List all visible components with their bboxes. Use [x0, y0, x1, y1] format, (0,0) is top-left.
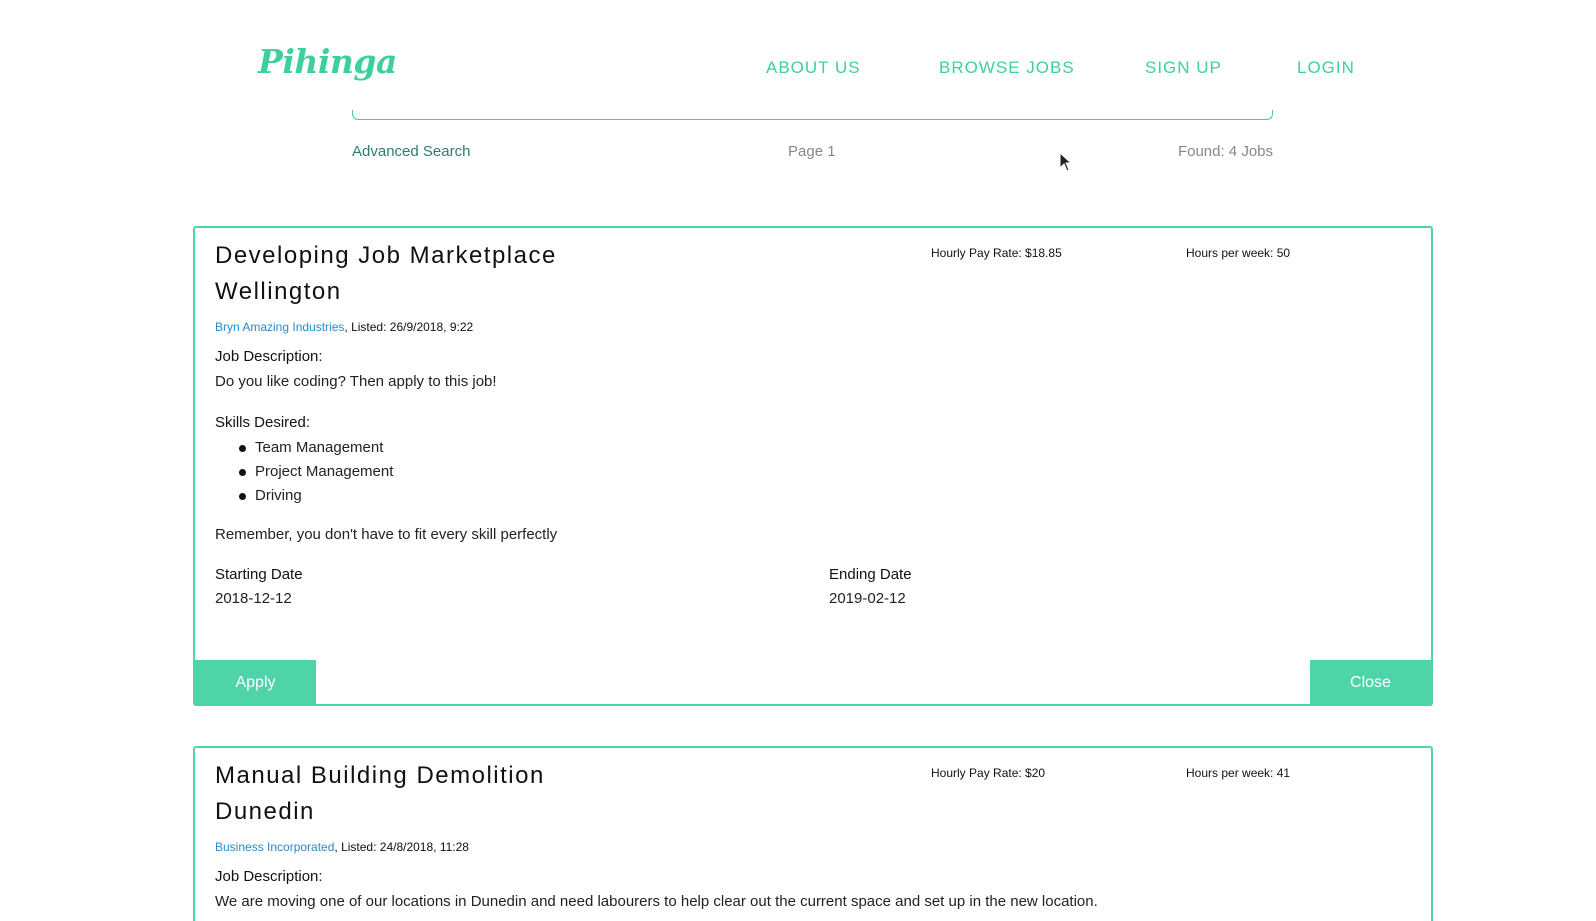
skills-list: Team Management Project Management Drivi… [239, 438, 393, 510]
search-meta-row: Advanced Search Page 1 Found: 4 Jobs [352, 143, 1273, 163]
nav-about-us[interactable]: ABOUT US [766, 58, 861, 78]
description-label: Job Description: [215, 348, 323, 365]
listed-date: , Listed: 26/9/2018, 9:22 [344, 320, 474, 334]
nav-browse-jobs[interactable]: BROWSE JOBS [939, 58, 1075, 78]
company-listing-line: Bryn Amazing Industries, Listed: 26/9/20… [215, 320, 473, 334]
starting-date-label: Starting Date [215, 566, 303, 583]
page-indicator: Page 1 [788, 143, 836, 160]
company-listing-line: Business Incorporated, Listed: 24/8/2018… [215, 840, 469, 854]
mouse-cursor-icon [1059, 152, 1073, 172]
job-card: Developing Job Marketplace Wellington Ho… [193, 226, 1433, 706]
close-button[interactable]: Close [1310, 660, 1431, 706]
skills-label: Skills Desired: [215, 414, 311, 431]
list-item: Team Management [239, 438, 393, 462]
job-title[interactable]: Developing Job Marketplace Wellington [215, 238, 557, 310]
main-nav: ABOUT US BROWSE JOBS SIGN UP LOGIN [0, 58, 1596, 82]
list-item: Driving [239, 486, 393, 510]
job-title[interactable]: Manual Building Demolition Dunedin [215, 758, 545, 830]
hours-per-week: Hours per week: 41 [1186, 766, 1291, 780]
hours-per-week: Hours per week: 50 [1186, 246, 1291, 260]
job-description: Do you like coding? Then apply to this j… [215, 373, 497, 390]
results-count: Found: 4 Jobs [1177, 143, 1273, 160]
hourly-pay-rate: Hourly Pay Rate: $18.85 [931, 246, 1062, 260]
apply-button[interactable]: Apply [195, 660, 316, 706]
job-location: Wellington [215, 278, 342, 305]
ending-date-label: Ending Date [829, 566, 912, 583]
starting-date: 2018-12-12 [215, 590, 292, 607]
list-item: Project Management [239, 462, 393, 486]
ending-date: 2019-02-12 [829, 590, 906, 607]
job-location: Dunedin [215, 798, 315, 825]
job-description: We are moving one of our locations in Du… [215, 893, 1098, 910]
skills-reminder: Remember, you don't have to fit every sk… [215, 526, 558, 543]
advanced-search-link[interactable]: Advanced Search [352, 143, 470, 160]
hourly-pay-rate: Hourly Pay Rate: $20 [931, 766, 1046, 780]
search-input[interactable] [352, 110, 1273, 120]
nav-login[interactable]: LOGIN [1297, 58, 1355, 78]
company-link[interactable]: Business Incorporated [215, 840, 334, 854]
job-title-name: Developing Job Marketplace [215, 242, 557, 269]
nav-sign-up[interactable]: SIGN UP [1145, 58, 1222, 78]
company-link[interactable]: Bryn Amazing Industries [215, 320, 344, 334]
job-card: Manual Building Demolition Dunedin Hourl… [193, 746, 1433, 921]
description-label: Job Description: [215, 868, 323, 885]
job-title-name: Manual Building Demolition [215, 762, 545, 789]
listed-date: , Listed: 24/8/2018, 11:28 [334, 840, 469, 854]
